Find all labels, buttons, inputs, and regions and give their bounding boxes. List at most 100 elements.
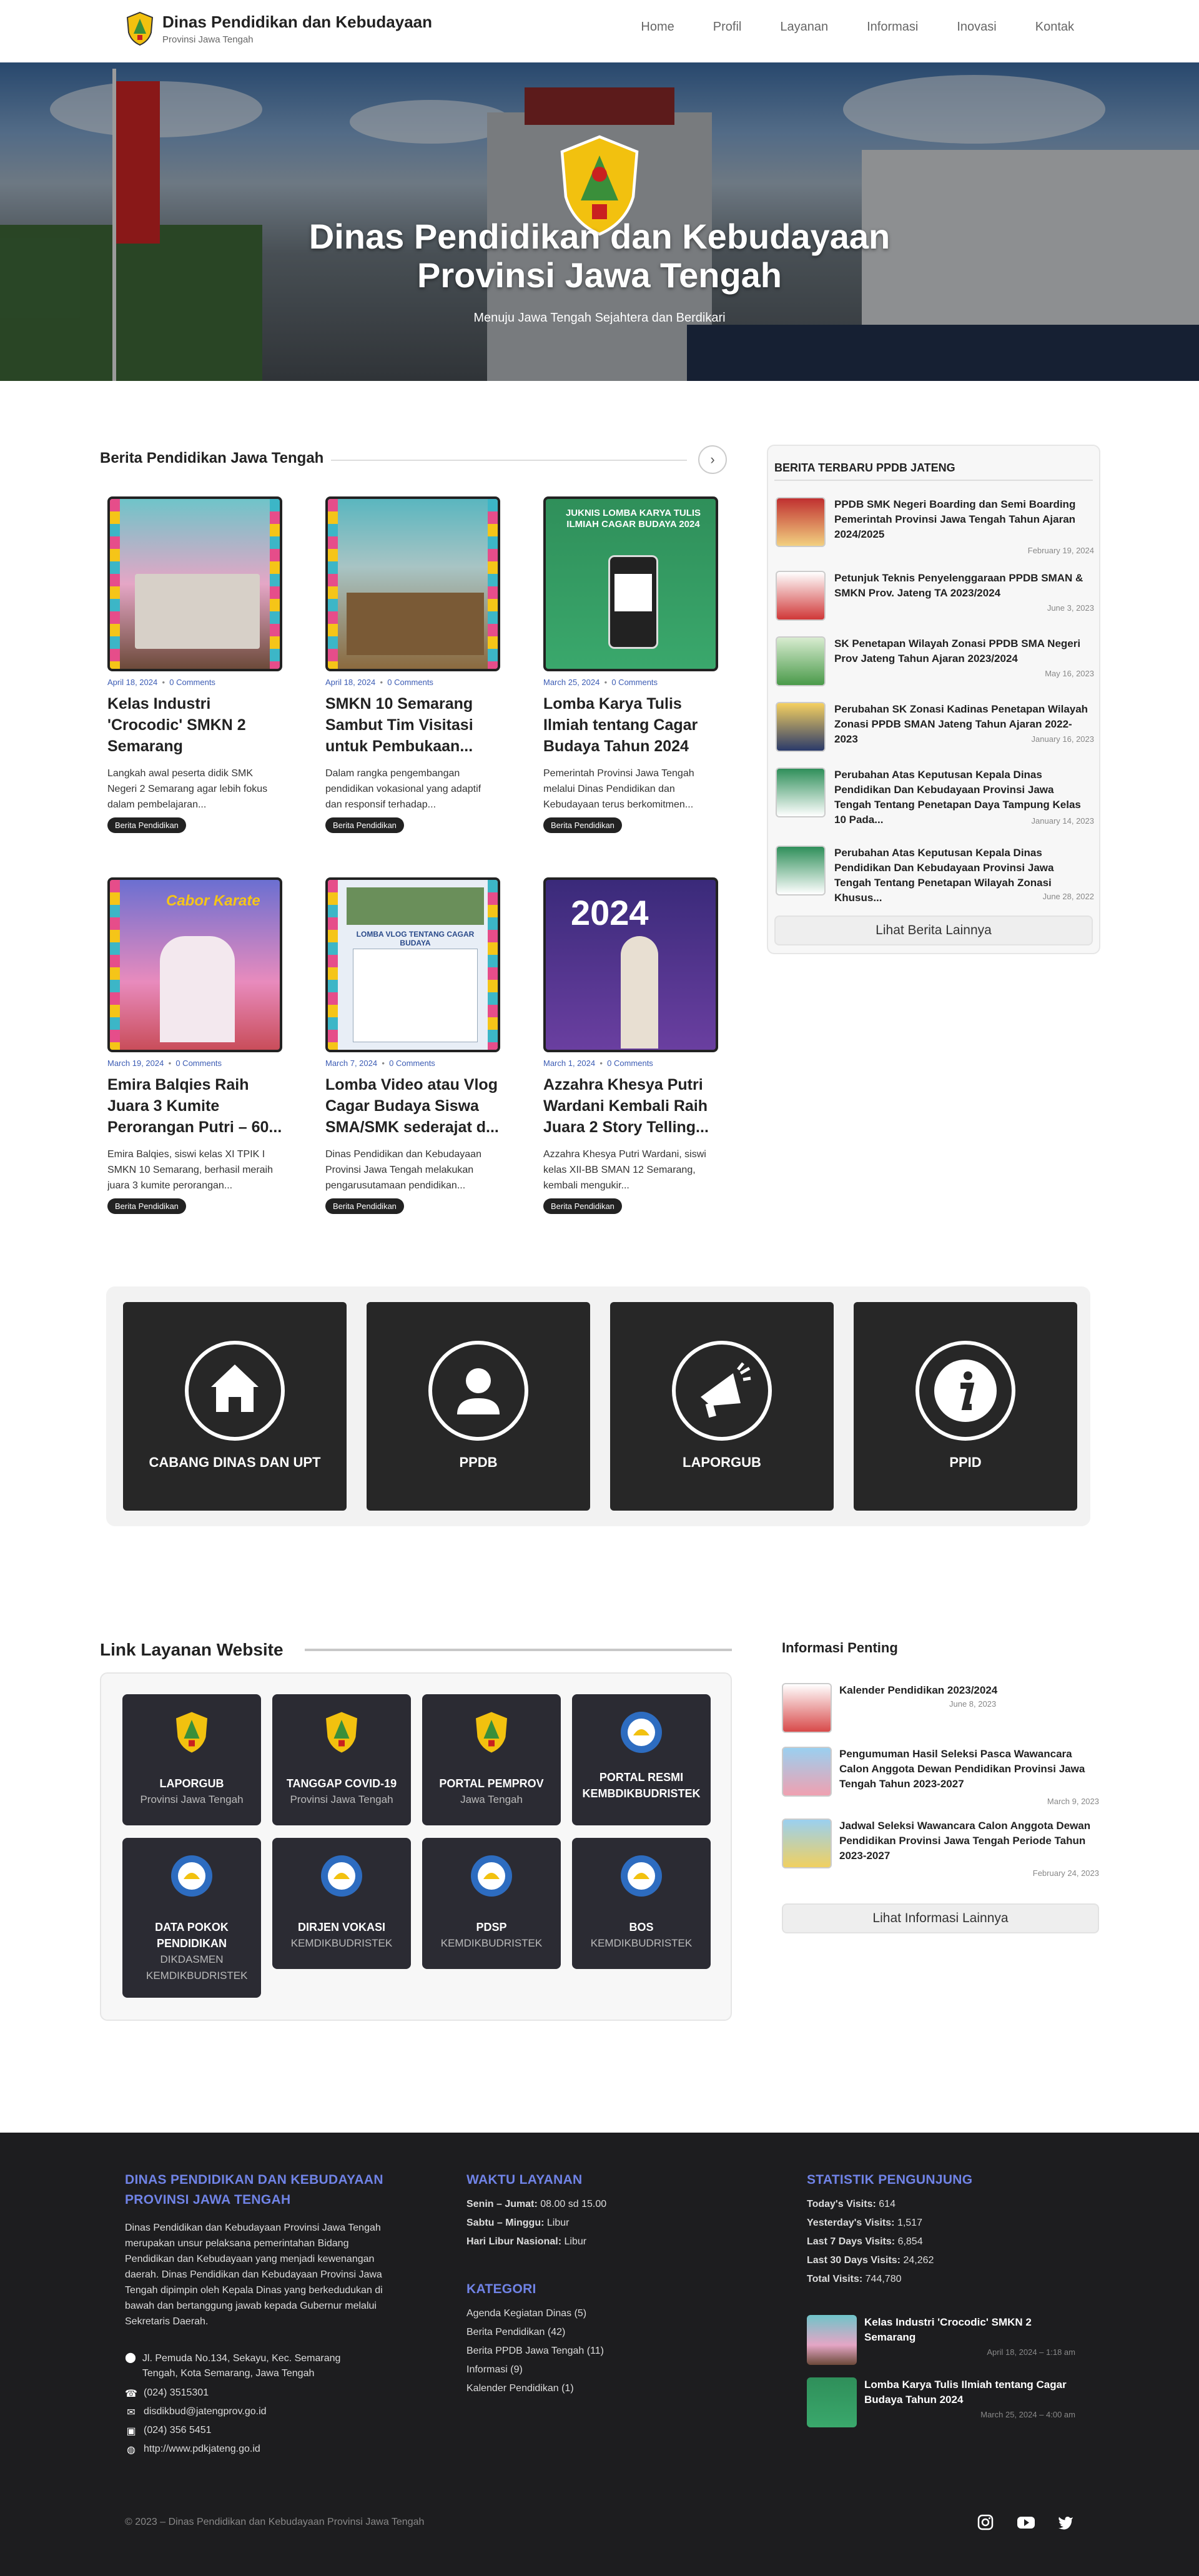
link-tile-portal-pemprov[interactable]: PORTAL PEMPROV Jawa Tengah bbox=[422, 1694, 561, 1825]
news-card[interactable]: Cabor Karate March 19, 2024 • 0 Comments… bbox=[107, 877, 282, 1214]
recent-post-thumbnail bbox=[807, 2315, 857, 2365]
twitter-icon[interactable] bbox=[1057, 2514, 1074, 2531]
nav-informasi[interactable]: Informasi bbox=[867, 20, 918, 34]
chevron-right-icon[interactable]: › bbox=[698, 445, 727, 474]
footer-category-title: KATEGORI bbox=[466, 2282, 536, 2296]
news-excerpt: Langkah awal peserta didik SMK Negeri 2 … bbox=[107, 768, 268, 810]
link-tile-dapodik[interactable]: DATA POKOK PENDIDIKAN DIKDASMEN KEMDIKBUD… bbox=[122, 1838, 261, 1998]
informasi-item[interactable]: Jadwal Seleksi Wawancara Calon Anggota D… bbox=[782, 1818, 1099, 1883]
news-excerpt: Pemerintah Provinsi Jawa Tengah melalui … bbox=[543, 768, 694, 810]
news-meta: March 7, 2024 • 0 Comments bbox=[325, 1059, 435, 1068]
ppdb-news-panel: BERITA TERBARU PPDB JATENG PPDB SMK Nege… bbox=[767, 445, 1100, 954]
hero-tagline: Menuju Jawa Tengah Sejahtera dan Berdika… bbox=[473, 311, 726, 325]
footer-recent-post[interactable]: Kelas Industri 'Crocodic' SMKN 2 Semaran… bbox=[807, 2315, 1075, 2366]
link-tile-dirjen-vokasi[interactable]: DIRJEN VOKASI KEMDIKBUDRISTEK bbox=[272, 1838, 411, 1969]
category-badge[interactable]: Berita Pendidikan bbox=[325, 1198, 404, 1214]
news-meta: March 19, 2024 • 0 Comments bbox=[107, 1059, 222, 1068]
informasi-title: Informasi Penting bbox=[782, 1640, 898, 1656]
news-meta: April 18, 2024 • 0 Comments bbox=[107, 678, 215, 687]
category-badge[interactable]: Berita Pendidikan bbox=[543, 817, 622, 833]
news-title[interactable]: Emira Balqies Raih Juara 3 Kumite Perora… bbox=[107, 1074, 282, 1138]
ppdb-item[interactable]: SK Penetapan Wilayah Zonasi PPDB SMA Neg… bbox=[776, 636, 1094, 686]
informasi-item[interactable]: Kalender Pendidikan 2023/2024 June 8, 20… bbox=[782, 1683, 1099, 1735]
news-thumbnail[interactable]: JUKNIS LOMBA KARYA TULIS ILMIAH CAGAR BU… bbox=[543, 496, 718, 671]
news-title[interactable]: Lomba Karya Tulis Ilmiah tentang Cagar B… bbox=[543, 693, 718, 757]
tut-wuri-icon bbox=[320, 1854, 363, 1898]
news-thumbnail[interactable]: LOMBA VLOG TENTANG CAGAR BUDAYA bbox=[325, 877, 500, 1052]
news-title[interactable]: SMKN 10 Semarang Sambut Tim Visitasi unt… bbox=[325, 693, 500, 757]
informasi-item[interactable]: Pengumuman Hasil Seleksi Pasca Wawancara… bbox=[782, 1747, 1099, 1812]
news-card[interactable]: JUKNIS LOMBA KARYA TULIS ILMIAH CAGAR BU… bbox=[543, 496, 718, 833]
nav-profil[interactable]: Profil bbox=[713, 20, 742, 34]
youtube-icon[interactable] bbox=[1017, 2514, 1035, 2531]
home-icon bbox=[185, 1341, 285, 1441]
ppdb-item[interactable]: Perubahan Atas Keputusan Kepala Dinas Pe… bbox=[776, 767, 1094, 826]
footer-hours-title: WAKTU LAYANAN bbox=[466, 2173, 583, 2187]
news-thumbnail[interactable] bbox=[107, 496, 282, 671]
ppdb-item[interactable]: Perubahan Atas Keputusan Kepala Dinas Pe… bbox=[776, 846, 1094, 904]
footer-hours: Senin – Jumat: 08.00 sd 15.00 Sabtu – Mi… bbox=[466, 2199, 607, 2247]
recent-post-thumbnail bbox=[807, 2377, 857, 2427]
tut-wuri-icon bbox=[619, 1710, 663, 1754]
ppdb-thumbnail bbox=[776, 497, 826, 547]
informasi-thumbnail bbox=[782, 1683, 832, 1733]
ppdb-item[interactable]: PPDB SMK Negeri Boarding dan Semi Boardi… bbox=[776, 497, 1094, 555]
more-informasi-button[interactable]: Lihat Informasi Lainnya bbox=[782, 1903, 1099, 1933]
news-thumbnail[interactable] bbox=[325, 496, 500, 671]
footer-website[interactable]: ◍ http://www.pdkjateng.go.id bbox=[125, 2444, 260, 2456]
nav-kontak[interactable]: Kontak bbox=[1035, 20, 1074, 34]
user-icon bbox=[428, 1341, 528, 1441]
ppdb-item[interactable]: Perubahan SK Zonasi Kadinas Penetapan Wi… bbox=[776, 702, 1094, 752]
link-tile-pdsp[interactable]: PDSP KEMDIKBUDRISTEK bbox=[422, 1838, 561, 1969]
news-thumbnail[interactable]: 2024 bbox=[543, 877, 718, 1052]
mail-icon: ✉ bbox=[127, 2407, 136, 2418]
category-badge[interactable]: Berita Pendidikan bbox=[543, 1198, 622, 1214]
category-badge[interactable]: Berita Pendidikan bbox=[107, 817, 186, 833]
ppdb-thumbnail bbox=[776, 767, 826, 817]
news-card[interactable]: 2024 March 1, 2024 • 0 Comments Azzahra … bbox=[543, 877, 718, 1214]
jateng-crest-icon bbox=[470, 1710, 513, 1754]
site-logo[interactable]: Dinas Pendidikan dan Kebudayaan Provinsi… bbox=[125, 11, 432, 46]
quick-link-ppid[interactable]: PPID bbox=[854, 1302, 1077, 1511]
news-card[interactable]: LOMBA VLOG TENTANG CAGAR BUDAYA March 7,… bbox=[325, 877, 500, 1214]
quick-link-laporgub[interactable]: LAPORGUB bbox=[610, 1302, 834, 1511]
category-link[interactable]: Agenda Kegiatan Dinas (5) bbox=[466, 2306, 729, 2321]
news-thumbnail[interactable]: Cabor Karate bbox=[107, 877, 282, 1052]
category-badge[interactable]: Berita Pendidikan bbox=[107, 1198, 186, 1214]
footer-recent-post[interactable]: Lomba Karya Tulis Ilmiah tentang Cagar B… bbox=[807, 2377, 1075, 2429]
news-card[interactable]: April 18, 2024 • 0 Comments Kelas Indust… bbox=[107, 496, 282, 833]
site-subtitle: Provinsi Jawa Tengah bbox=[162, 34, 254, 45]
news-title[interactable]: Azzahra Khesya Putri Wardani Kembali Rai… bbox=[543, 1074, 718, 1138]
ppdb-item[interactable]: Petunjuk Teknis Penyelenggaraan PPDB SMA… bbox=[776, 571, 1094, 621]
news-card[interactable]: April 18, 2024 • 0 Comments SMKN 10 Sema… bbox=[325, 496, 500, 833]
category-link[interactable]: Informasi (9) bbox=[466, 2362, 729, 2377]
footer-phone[interactable]: ☎ (024) 3515301 bbox=[125, 2387, 209, 2400]
instagram-icon[interactable] bbox=[977, 2514, 994, 2531]
link-tile-bos[interactable]: BOS KEMDIKBUDRISTEK bbox=[572, 1838, 711, 1969]
more-news-button[interactable]: Lihat Berita Lainnya bbox=[774, 915, 1093, 945]
link-tile-kemdikbud[interactable]: PORTAL RESMI KEMBDIKBUDRISTEK bbox=[572, 1694, 711, 1825]
news-title[interactable]: Kelas Industri 'Crocodic' SMKN 2 Semaran… bbox=[107, 693, 282, 757]
news-title[interactable]: Lomba Video atau Vlog Cagar Budaya Siswa… bbox=[325, 1074, 500, 1138]
link-tile-laporgub[interactable]: LAPORGUB Provinsi Jawa Tengah bbox=[122, 1694, 261, 1825]
ppdb-thumbnail bbox=[776, 846, 826, 896]
category-link[interactable]: Berita Pendidikan (42) bbox=[466, 2324, 729, 2340]
nav-layanan[interactable]: Layanan bbox=[780, 20, 828, 34]
nav-inovasi[interactable]: Inovasi bbox=[957, 20, 996, 34]
footer-address: ⬤ Jl. Pemuda No.134, Sekayu, Kec. Semaran… bbox=[125, 2352, 341, 2379]
quick-link-ppdb[interactable]: PPDB bbox=[367, 1302, 590, 1511]
category-link[interactable]: Kalender Pendidikan (1) bbox=[466, 2381, 729, 2396]
footer-org-description: Dinas Pendidikan dan Kebudayaan Provinsi… bbox=[125, 2223, 383, 2327]
link-tile-tanggap-covid[interactable]: TANGGAP COVID-19 Provinsi Jawa Tengah bbox=[272, 1694, 411, 1825]
nav-home[interactable]: Home bbox=[641, 20, 674, 34]
news-excerpt: Dalam rangka pengembangan pendidikan vok… bbox=[325, 768, 481, 810]
footer-stats-title: STATISTIK PENGUNJUNG bbox=[807, 2173, 973, 2187]
hero-banner: Dinas Pendidikan dan Kebudayaan Provinsi… bbox=[0, 62, 1199, 381]
category-link[interactable]: Berita PPDB Jawa Tengah (11) bbox=[466, 2343, 729, 2359]
quick-link-cabang-dinas[interactable]: CABANG DINAS DAN UPT bbox=[123, 1302, 347, 1511]
category-badge[interactable]: Berita Pendidikan bbox=[325, 817, 404, 833]
tut-wuri-icon bbox=[170, 1854, 214, 1898]
footer-email[interactable]: ✉ disdikbud@jatengprov.go.id bbox=[125, 2406, 266, 2419]
main-nav: Home Profil Layanan Informasi Inovasi Ko… bbox=[602, 20, 1074, 34]
ppdb-thumbnail bbox=[776, 571, 826, 621]
